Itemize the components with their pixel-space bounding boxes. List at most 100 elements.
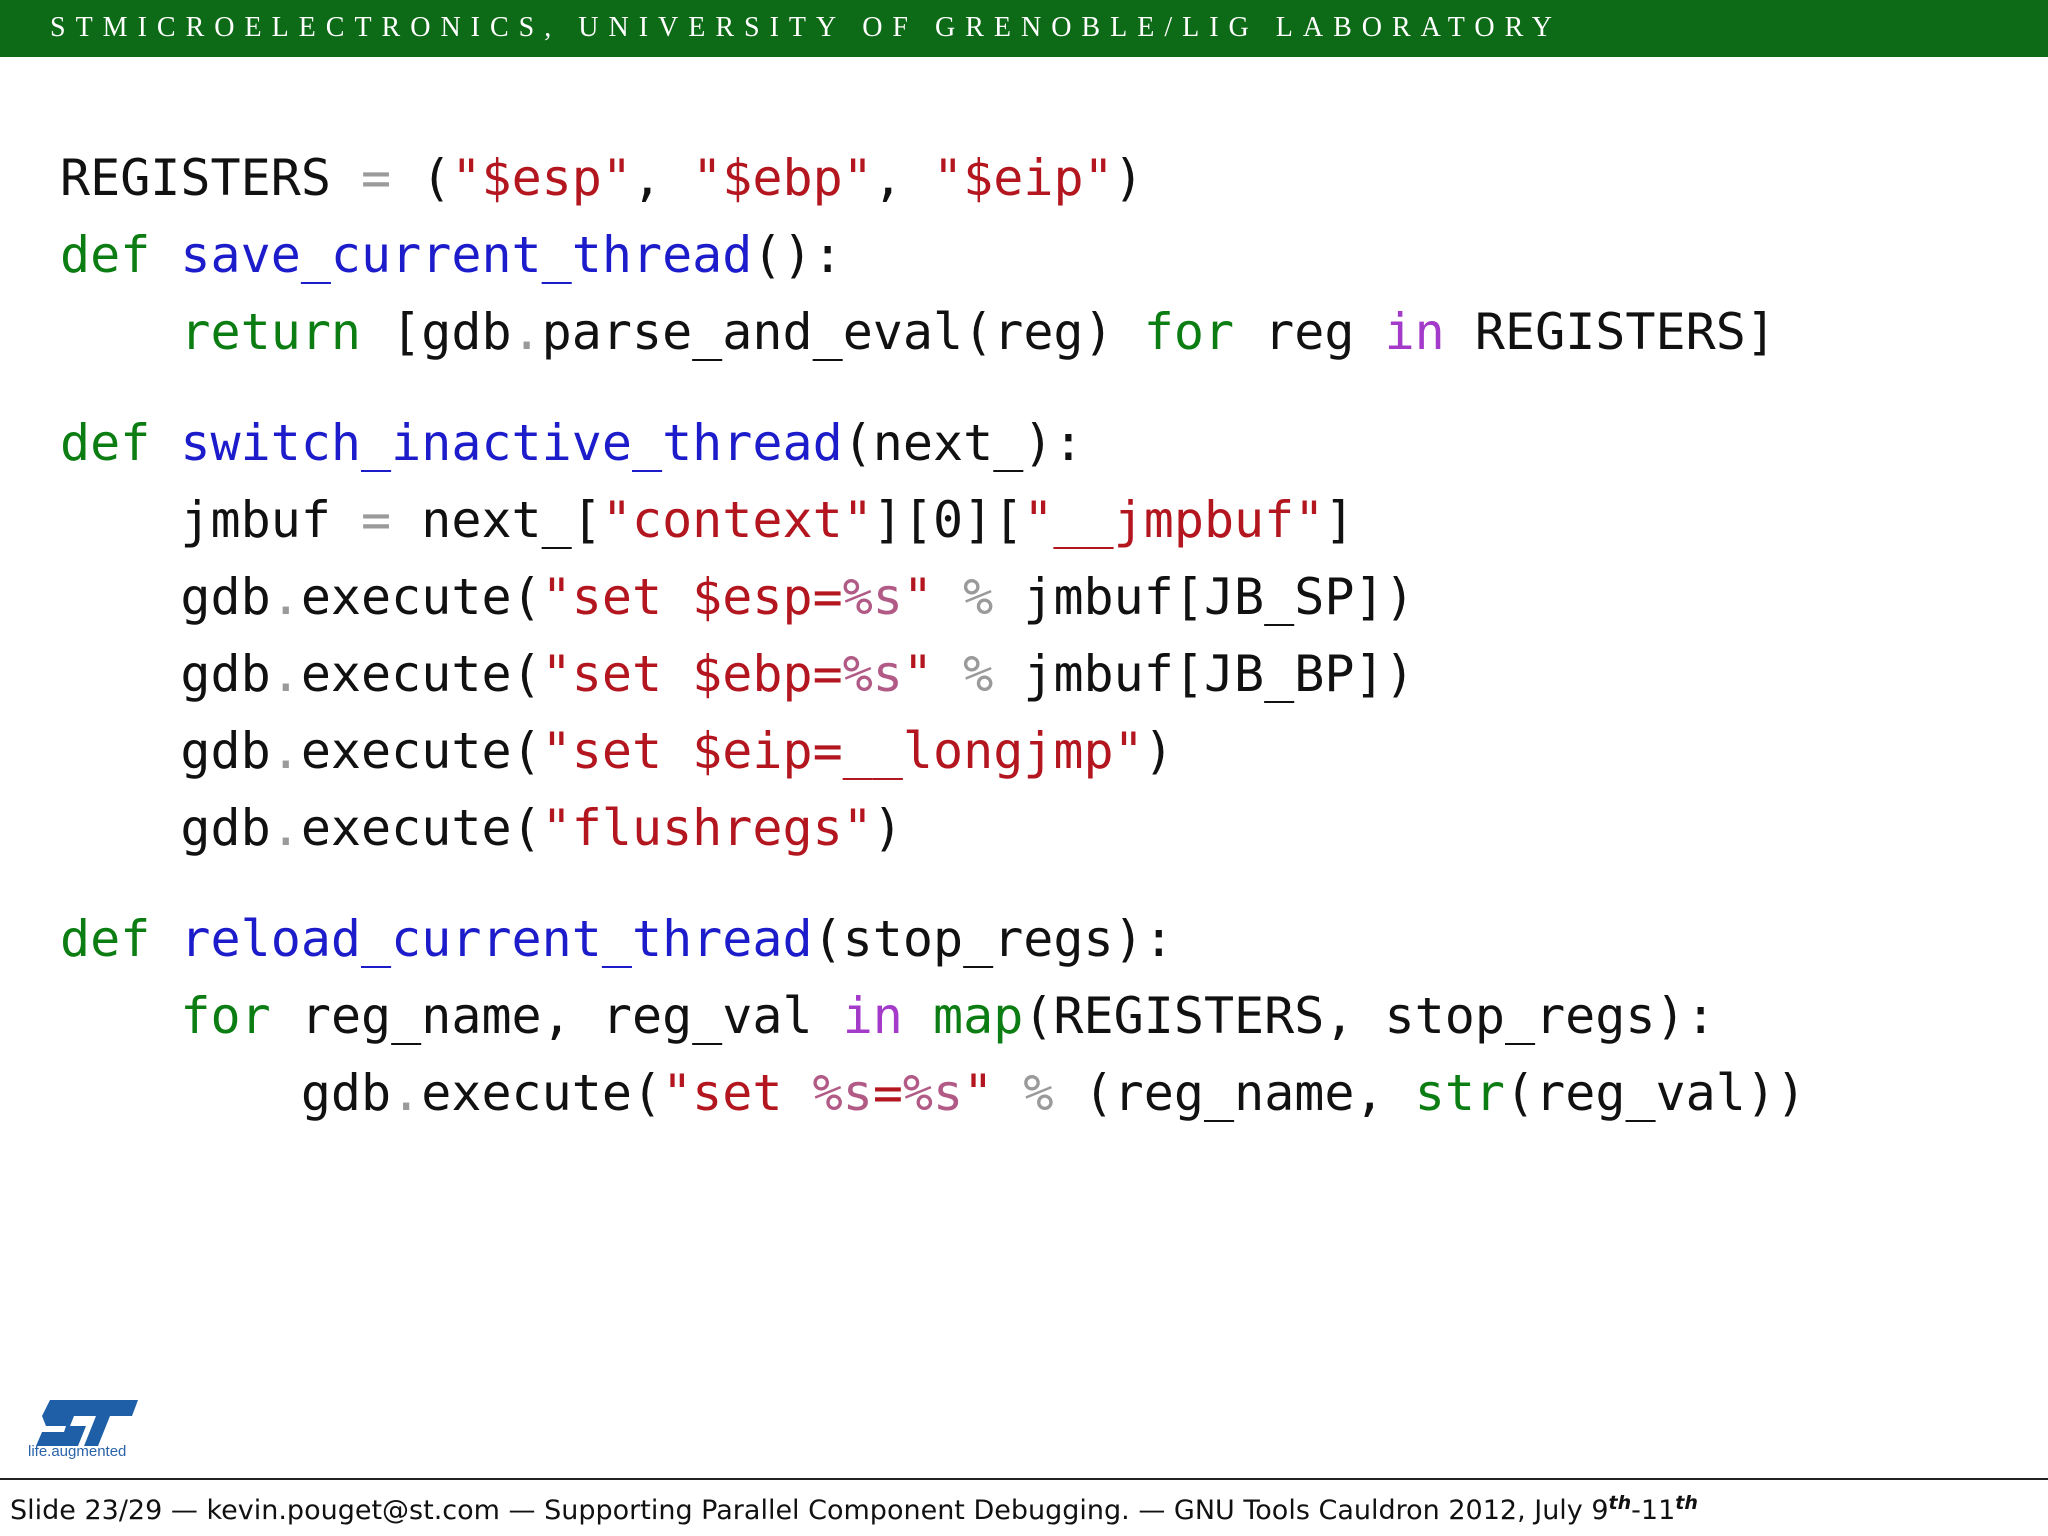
code-token: next_[: [421, 491, 602, 549]
code-token: %s: [842, 645, 903, 703]
code-token: ): [872, 799, 903, 857]
footer-divider: [0, 1478, 2048, 1480]
code-block: REGISTERS = ("$esp", "$ebp", "$eip") def …: [60, 140, 1806, 1132]
code-line: REGISTERS = ("$esp", "$ebp", "$eip"): [60, 140, 1806, 217]
code-token: ,: [872, 149, 934, 207]
code-line: gdb.execute("set $ebp=%s" % jmbuf[JB_BP]…: [60, 636, 1806, 713]
code-token: REGISTERS: [60, 149, 362, 207]
code-token: def: [60, 414, 181, 472]
code-token: .: [270, 722, 301, 780]
footer-separator: —: [1129, 1495, 1174, 1526]
code-token: "$ebp": [692, 149, 873, 207]
code-token: parse_and_eval(reg): [541, 303, 1144, 361]
footer-talk-title: Supporting Parallel Component Debugging.: [544, 1495, 1130, 1526]
code-token: gdb: [60, 799, 271, 857]
code-token: in: [1384, 303, 1475, 361]
code-token: %: [963, 645, 1024, 703]
code-token: "set $esp=: [541, 568, 843, 626]
code-token: reg_name, reg_val: [300, 987, 843, 1045]
footer-sup-1: th: [1608, 1492, 1632, 1514]
code-token: ][0][: [872, 491, 1024, 549]
code-line: gdb.execute("flushregs"): [60, 790, 1806, 867]
code-token: (reg_val)): [1505, 1064, 1807, 1122]
footer-email: kevin.pouget@st.com: [206, 1495, 500, 1526]
logo-tagline: life.augmented: [28, 1443, 127, 1460]
code-line: def save_current_thread():: [60, 217, 1806, 294]
code-token: ): [1113, 149, 1144, 207]
code-token: %: [963, 568, 1024, 626]
code-line: gdb.execute("set %s=%s" % (reg_name, str…: [60, 1055, 1806, 1132]
code-token: ": [902, 568, 964, 626]
footer-sup-2: th: [1675, 1492, 1698, 1514]
code-token: .: [511, 303, 542, 361]
code-token: ): [1143, 722, 1174, 780]
code-token: map: [933, 987, 1024, 1045]
code-token: .: [270, 568, 301, 626]
code-token: .: [391, 1064, 422, 1122]
code-token: .: [270, 645, 301, 703]
code-token: def: [60, 910, 181, 968]
code-token: def: [60, 226, 181, 284]
code-token: gdb: [60, 645, 271, 703]
code-token: jmbuf[JB_SP]): [1023, 568, 1415, 626]
code-token: ]: [1324, 491, 1355, 549]
code-token: "set $eip=__longjmp": [541, 722, 1144, 780]
code-line: def switch_inactive_thread(next_):: [60, 405, 1806, 482]
header-affiliation: STMICROELECTRONICS, UNIVERSITY OF GRENOB…: [50, 12, 1562, 43]
code-token: (next_):: [842, 414, 1084, 472]
code-token: "set $ebp=: [541, 645, 843, 703]
code-token: str: [1414, 1064, 1506, 1122]
code-gap: [60, 371, 1806, 405]
footer-separator: —: [499, 1495, 545, 1526]
code-token: "flushregs": [541, 799, 873, 857]
code-token: [gdb: [391, 303, 512, 361]
code-token: for: [180, 987, 301, 1045]
code-gap: [60, 867, 1806, 901]
code-token: execute(: [421, 1064, 663, 1122]
code-token: (REGISTERS, stop_regs):: [1023, 987, 1716, 1045]
code-token: .: [270, 799, 301, 857]
code-line: return [gdb.parse_and_eval(reg) for reg …: [60, 294, 1806, 371]
code-token: reload_current_thread: [180, 910, 813, 968]
code-token: %s: [902, 1064, 964, 1122]
code-token: return: [180, 303, 392, 361]
code-token: =: [361, 149, 422, 207]
code-token: (stop_regs):: [812, 910, 1174, 968]
header-bar: STMICROELECTRONICS, UNIVERSITY OF GRENOB…: [0, 0, 2048, 57]
code-token: execute(: [300, 645, 542, 703]
code-line: gdb.execute("set $esp=%s" % jmbuf[JB_SP]…: [60, 559, 1806, 636]
footer-event: GNU Tools Cauldron 2012, July 9: [1173, 1495, 1609, 1526]
code-token: execute(: [300, 568, 542, 626]
code-token: REGISTERS]: [1474, 303, 1776, 361]
code-token: jmbuf[JB_BP]): [1023, 645, 1415, 703]
code-token: ": [963, 1064, 1024, 1122]
code-token: execute(: [300, 799, 542, 857]
footer-slide-number: Slide 23/29: [10, 1495, 163, 1526]
code-token: switch_inactive_thread: [180, 414, 843, 472]
code-token: for: [1143, 303, 1265, 361]
code-token: in: [842, 987, 934, 1045]
footer-separator: —: [162, 1495, 207, 1526]
footer-date-dash: -11: [1631, 1495, 1676, 1526]
code-token: ,: [631, 149, 693, 207]
code-token: reg: [1264, 303, 1385, 361]
code-token: gdb: [60, 568, 271, 626]
code-token: %s: [842, 568, 903, 626]
code-token: execute(: [300, 722, 542, 780]
footer: Slide 23/29 — kevin.pouget@st.com — Supp…: [10, 1492, 1698, 1526]
code-token: %: [1023, 1064, 1084, 1122]
code-token: save_current_thread: [180, 226, 753, 284]
code-token: "set: [662, 1064, 813, 1122]
code-token: gdb: [60, 722, 271, 780]
code-token: (: [421, 149, 452, 207]
code-token: =: [872, 1064, 903, 1122]
code-line: gdb.execute("set $eip=__longjmp"): [60, 713, 1806, 790]
code-token: "$esp": [451, 149, 632, 207]
code-line: for reg_name, reg_val in map(REGISTERS, …: [60, 978, 1806, 1055]
code-token: jmbuf: [60, 491, 362, 549]
code-token: "__jmpbuf": [1023, 491, 1325, 549]
code-line: def reload_current_thread(stop_regs):: [60, 901, 1806, 978]
code-token: "context": [601, 491, 873, 549]
